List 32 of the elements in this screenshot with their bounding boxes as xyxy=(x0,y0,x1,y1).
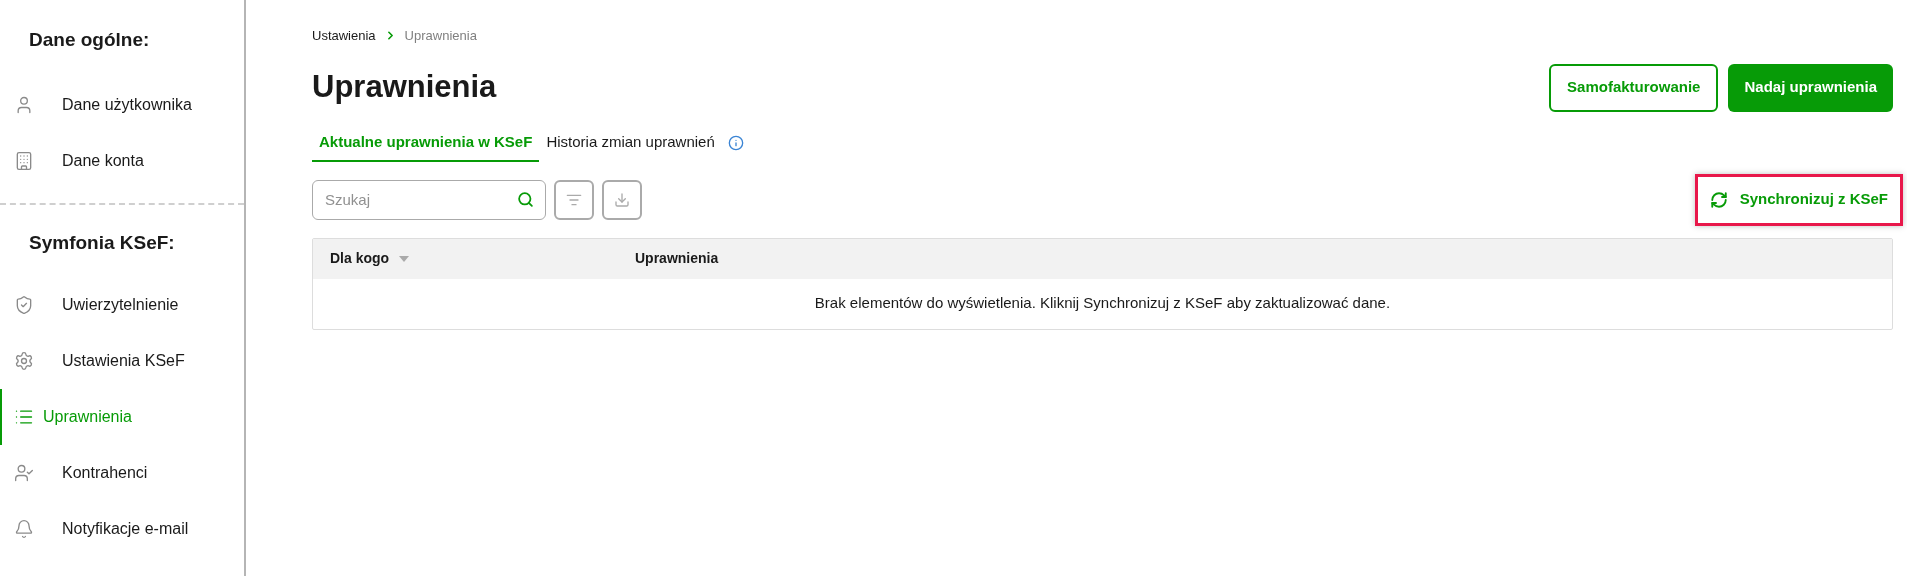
sync-button[interactable]: Synchronizuj z KSeF xyxy=(1694,173,1903,226)
column-header[interactable]: Dla kogo xyxy=(313,248,618,269)
user-check-icon xyxy=(14,463,34,483)
sidebar-item[interactable]: Uprawnienia xyxy=(0,389,244,445)
section-heading: Dane ogólne: xyxy=(28,28,151,52)
sidebar-item[interactable]: Kontrahenci xyxy=(0,445,244,501)
column-header: Uprawnienia xyxy=(634,249,720,268)
primary-button[interactable]: Nadaj uprawnienia xyxy=(1728,63,1893,112)
download-icon xyxy=(614,191,630,208)
empty-message: Brak elementów do wyświetlenia. Kliknij Synchronizuj z KSeF aby zaktualizować dane. xyxy=(814,293,1391,314)
sidebar-item[interactable]: Uwierzytelnienie xyxy=(0,277,244,333)
tab[interactable]: Aktualne uprawnienia w KSeF xyxy=(312,125,540,162)
tab[interactable]: Historia zmian uprawnień xyxy=(539,125,722,162)
sidebar-item[interactable]: Dane konta xyxy=(0,132,244,189)
sidebar-item[interactable]: Ustawienia KSeF xyxy=(0,333,244,389)
search-field[interactable]: Szukaj xyxy=(312,179,546,220)
bell-icon xyxy=(14,519,34,539)
shield-icon xyxy=(14,295,34,315)
section-heading: Symfonia KSeF: xyxy=(28,230,176,255)
info-icon[interactable] xyxy=(727,134,744,151)
sync-icon xyxy=(1709,190,1728,209)
sidebar-item[interactable]: Notyfikacje e-mail xyxy=(0,501,244,557)
building-icon xyxy=(14,150,34,171)
settings-icon xyxy=(14,351,34,371)
search-icon xyxy=(517,190,534,208)
filter-button[interactable] xyxy=(554,179,594,220)
breadcrumb-item: Uprawnienia xyxy=(404,27,477,45)
secondary-button[interactable]: Samofakturowanie xyxy=(1549,63,1719,112)
download-button[interactable] xyxy=(602,179,642,220)
breadcrumb-item[interactable]: Ustawienia xyxy=(312,26,376,46)
page-title: Uprawnienia xyxy=(312,68,497,107)
sidebar-item[interactable]: Dane użytkownika xyxy=(0,76,244,133)
